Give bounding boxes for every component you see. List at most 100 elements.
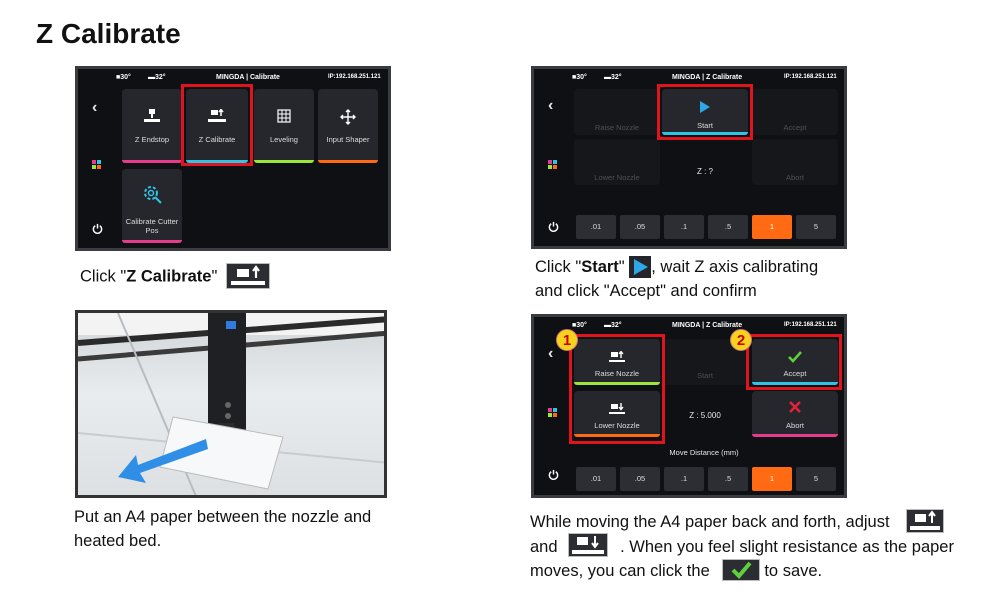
button-label: Abort — [786, 173, 804, 182]
caption-click-z-calibrate: Click "Z Calibrate" — [80, 263, 270, 290]
step-badge-1: 1 — [556, 329, 578, 351]
header-title: MINGDA | Z Calibrate — [672, 74, 743, 81]
caption-bold: Z Calibrate — [126, 267, 212, 286]
step-1[interactable]: 1 — [752, 467, 792, 491]
abort-button[interactable]: Abort — [752, 391, 838, 437]
nozzle-temp: ■30° — [572, 322, 587, 329]
highlight-box — [657, 84, 753, 140]
caption-adjust-nozzle: While moving the A4 paper back and forth… — [530, 508, 990, 583]
tile-leveling[interactable]: Leveling — [254, 89, 314, 163]
button-label: Start — [697, 371, 713, 380]
check-icon — [722, 558, 761, 581]
ip-address: IP:192.168.251.121 — [784, 74, 837, 80]
lower-nozzle-icon — [568, 533, 609, 558]
back-icon[interactable]: ‹ — [548, 97, 553, 115]
caption-bold: Start — [581, 258, 619, 276]
tile-label: Z Endstop — [134, 135, 170, 144]
z-calibrate-screen-start: ■30° ▬32° MINGDA | Z Calibrate IP:192.16… — [531, 66, 847, 249]
power-icon[interactable] — [548, 219, 559, 237]
sidebar: ‹ — [78, 69, 118, 248]
highlight-box — [181, 84, 253, 166]
caption-text: " — [618, 258, 625, 276]
step-badge-2: 2 — [730, 329, 752, 351]
caption-text: " — [211, 267, 218, 286]
step-005[interactable]: .05 — [620, 215, 660, 239]
tile-bar — [122, 240, 182, 243]
step-5[interactable]: 5 — [796, 467, 836, 491]
header-title: MINGDA | Z Calibrate — [672, 322, 743, 329]
move-distance-label: Move Distance (mm) — [669, 448, 739, 457]
caption-text: While moving the A4 paper back and forth… — [530, 513, 890, 531]
apps-icon[interactable] — [548, 157, 558, 175]
caption-text: . When you feel slight resistance as the… — [620, 537, 954, 556]
status-header: ■30° ▬32° MINGDA | Z Calibrate IP:192.16… — [534, 322, 844, 334]
caption-text: Click " — [535, 258, 582, 276]
caption-text: moves, you can click the — [530, 562, 710, 581]
button-label: Raise Nozzle — [594, 123, 640, 132]
bed-temp: ▬32° — [604, 322, 622, 329]
back-icon[interactable]: ‹ — [92, 99, 97, 117]
z-value: Z : ? — [696, 167, 713, 176]
z-endstop-icon — [144, 109, 160, 122]
abort-button[interactable]: Abort — [752, 139, 838, 185]
bed-temp: ▬32° — [148, 74, 166, 81]
bed-temp: ▬32° — [604, 74, 622, 81]
caption-text: , wait Z axis calibrating — [651, 258, 819, 276]
tile-bar — [254, 160, 314, 163]
tile-z-endstop[interactable]: Z Endstop — [122, 89, 182, 163]
tile-bar — [122, 160, 182, 163]
step-005[interactable]: .05 — [620, 467, 660, 491]
raise-nozzle-button[interactable]: Raise Nozzle — [574, 89, 660, 135]
move-arrows-icon — [340, 109, 356, 125]
apps-icon[interactable] — [548, 405, 558, 423]
caption-click-start: Click "Start" , wait Z axis calibrating … — [535, 255, 895, 303]
accept-button[interactable]: Accept — [752, 89, 838, 135]
tile-bar — [318, 160, 378, 163]
printer-photo — [75, 310, 387, 498]
ip-address: IP:192.168.251.121 — [784, 322, 837, 328]
z-calibrate-icon — [225, 263, 270, 289]
step-001[interactable]: .01 — [576, 215, 616, 239]
tile-calibrate-cutter[interactable]: Calibrate Cutter Pos — [122, 169, 182, 243]
nozzle-temp: ■30° — [572, 74, 587, 81]
step-01[interactable]: .1 — [664, 467, 704, 491]
ip-address: IP:192.168.251.121 — [328, 74, 381, 80]
button-label: Accept — [783, 123, 807, 132]
step-1[interactable]: 1 — [752, 215, 792, 239]
step-01[interactable]: .1 — [664, 215, 704, 239]
page-title: Z Calibrate — [36, 18, 181, 49]
highlight-box-nozzle — [569, 334, 665, 444]
back-icon[interactable]: ‹ — [548, 345, 553, 363]
tile-label: Calibrate Cutter Pos — [125, 217, 179, 235]
close-icon — [789, 401, 801, 413]
grid-icon — [277, 109, 291, 123]
header-title: MINGDA | Calibrate — [216, 74, 280, 81]
gear-wrench-icon — [144, 186, 162, 204]
caption-text: Click " — [80, 267, 127, 286]
z-value: Z : 5.000 — [689, 411, 721, 420]
power-icon[interactable] — [92, 221, 103, 239]
power-icon[interactable] — [548, 467, 559, 485]
step-05[interactable]: .5 — [708, 215, 748, 239]
caption-text: to save. — [764, 562, 823, 581]
apps-icon[interactable] — [92, 157, 102, 175]
caption-text: and click "Accept" and confirm — [535, 282, 757, 300]
play-icon — [629, 255, 652, 278]
caption-text: and — [530, 537, 558, 556]
button-label: Lower Nozzle — [594, 173, 640, 182]
z-calibrate-screen-adjust: ■30° ▬32° MINGDA | Z Calibrate IP:192.16… — [531, 314, 847, 498]
button-label: Abort — [786, 421, 804, 430]
lower-nozzle-button[interactable]: Lower Nozzle — [574, 139, 660, 185]
nozzle-temp: ■30° — [116, 74, 131, 81]
button-bar — [752, 434, 838, 437]
step-001[interactable]: .01 — [576, 467, 616, 491]
calibrate-screen: ■30° ▬32° MINGDA | Calibrate IP:192.168.… — [75, 66, 391, 251]
tile-label: Leveling — [270, 135, 298, 144]
highlight-box-accept — [746, 334, 842, 390]
tile-label: Input Shaper — [326, 135, 370, 144]
tile-input-shaper[interactable]: Input Shaper — [318, 89, 378, 163]
raise-nozzle-icon — [906, 508, 945, 533]
sidebar: ‹ — [534, 69, 574, 246]
step-05[interactable]: .5 — [708, 467, 748, 491]
step-5[interactable]: 5 — [796, 215, 836, 239]
